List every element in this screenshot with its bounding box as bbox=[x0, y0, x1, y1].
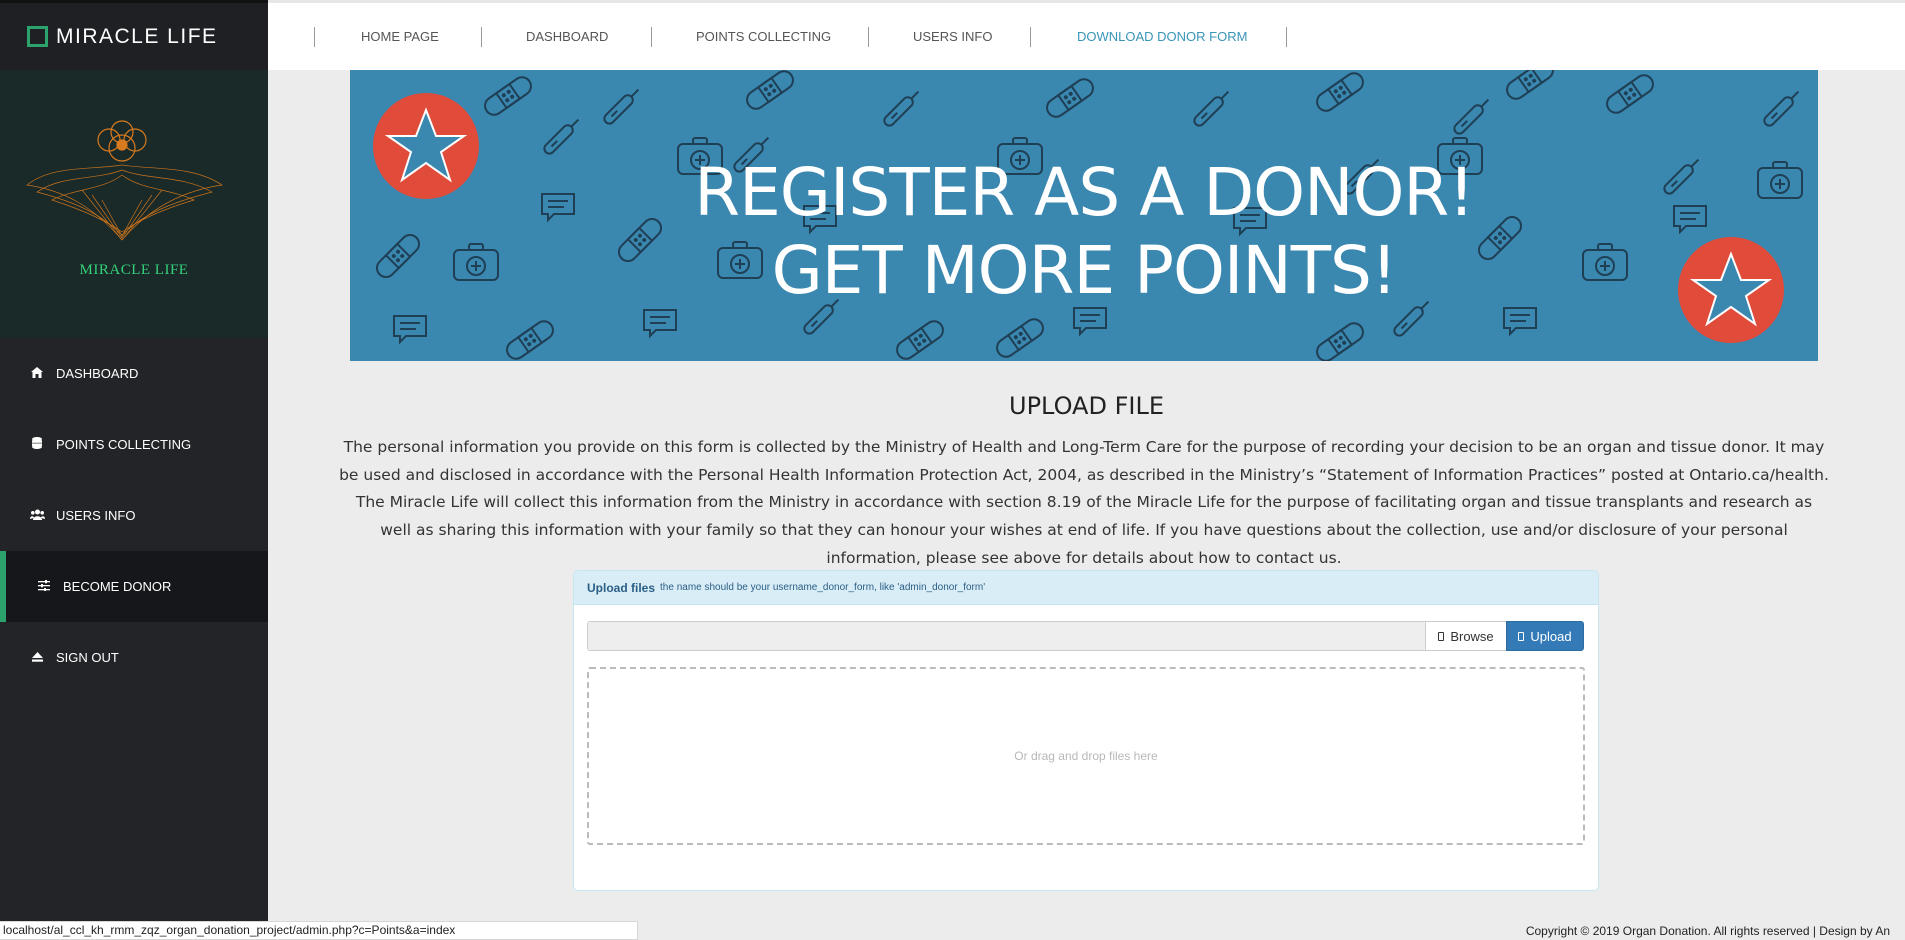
upload-button[interactable]: Upload bbox=[1506, 621, 1584, 651]
brand-title: MIRACLE LIFE bbox=[56, 24, 218, 48]
sidebar-item-dashboard[interactable]: DASHBOARD bbox=[0, 338, 268, 409]
sidebar-item-label: USERS INFO bbox=[56, 508, 136, 523]
browse-button-label: Browse bbox=[1450, 628, 1494, 644]
file-icon bbox=[1438, 631, 1445, 641]
brand-header[interactable]: MIRACLE LIFE bbox=[0, 0, 268, 70]
sidebar-item-label: DASHBOARD bbox=[56, 366, 139, 381]
drop-zone[interactable]: Or drag and drop files here bbox=[587, 667, 1585, 845]
sidebar: MIRACLE LIFE MIRACLE LIFE DASHBOARD POIN… bbox=[0, 0, 268, 940]
brand-square-icon bbox=[27, 26, 48, 47]
upload-panel-hint: the name should be your username_donor_f… bbox=[660, 582, 986, 593]
sliders-icon bbox=[34, 579, 54, 594]
status-bar-url: localhost/al_ccl_kh_rmm_zqz_organ_donati… bbox=[0, 921, 638, 940]
logo-area: MIRACLE LIFE bbox=[0, 70, 268, 338]
nav-divider bbox=[314, 27, 315, 47]
sidebar-item-sign-out[interactable]: SIGN OUT bbox=[0, 622, 268, 693]
top-navbar: HOME PAGE DASHBOARD POINTS COLLECTING US… bbox=[268, 0, 1905, 70]
sidebar-item-users-info[interactable]: USERS INFO bbox=[0, 480, 268, 551]
nav-dashboard[interactable]: DASHBOARD bbox=[526, 29, 608, 44]
banner-headline-2: GET MORE POINTS! bbox=[771, 232, 1398, 309]
sidebar-item-points-collecting[interactable]: POINTS COLLECTING bbox=[0, 409, 268, 480]
users-icon bbox=[27, 508, 47, 523]
browse-button[interactable]: Browse bbox=[1425, 621, 1507, 651]
upload-button-label: Upload bbox=[1530, 628, 1572, 644]
drop-zone-text: Or drag and drop files here bbox=[1014, 749, 1158, 763]
privacy-notice: The personal information you provide on … bbox=[339, 438, 1829, 567]
donor-banner: REGISTER AS A DONOR! GET MORE POINTS! bbox=[350, 70, 1818, 361]
nav-users-info[interactable]: USERS INFO bbox=[913, 29, 992, 44]
upload-title: UPLOAD FILE bbox=[1009, 392, 1164, 420]
nav-download-donor-form[interactable]: DOWNLOAD DONOR FORM bbox=[1077, 29, 1247, 44]
upload-panel: Upload files the name should be your use… bbox=[573, 570, 1599, 891]
sidebar-item-become-donor[interactable]: BECOME DONOR bbox=[0, 551, 268, 622]
home-icon bbox=[27, 366, 47, 381]
sidebar-item-label: BECOME DONOR bbox=[63, 579, 172, 594]
sidebar-item-label: SIGN OUT bbox=[56, 650, 119, 665]
sidebar-item-label: POINTS COLLECTING bbox=[56, 437, 192, 452]
nav-divider bbox=[481, 27, 482, 47]
nav-divider bbox=[1030, 27, 1031, 47]
eject-icon bbox=[27, 650, 47, 665]
upload-icon bbox=[1518, 631, 1525, 641]
clover-logo-icon bbox=[26, 120, 223, 241]
file-name-field[interactable] bbox=[587, 621, 1439, 651]
nav-points-collecting[interactable]: POINTS COLLECTING bbox=[696, 29, 831, 44]
nav-divider bbox=[1286, 27, 1287, 47]
nav-divider bbox=[651, 27, 652, 47]
logo-text: MIRACLE LIFE bbox=[79, 262, 189, 278]
nav-divider bbox=[868, 27, 869, 47]
upload-panel-title: Upload files bbox=[587, 580, 656, 595]
upload-panel-header: Upload files the name should be your use… bbox=[574, 571, 1598, 605]
banner-headline-1: REGISTER AS A DONOR! bbox=[694, 154, 1474, 231]
database-icon bbox=[27, 437, 47, 452]
footer-copyright: Copyright © 2019 Organ Donation. All rig… bbox=[1525, 924, 1890, 938]
nav-home-page[interactable]: HOME PAGE bbox=[361, 29, 439, 44]
